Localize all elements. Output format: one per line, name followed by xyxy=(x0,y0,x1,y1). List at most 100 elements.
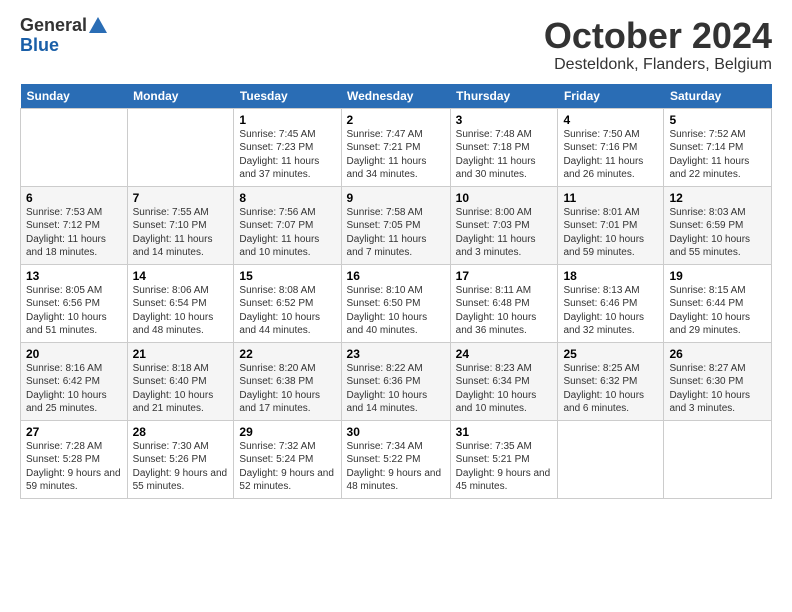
cell-day-number: 5 xyxy=(669,113,766,127)
cell-sunset: Sunset: 6:46 PM xyxy=(563,298,637,309)
cell-daylight: Daylight: 10 hours and 25 minutes. xyxy=(26,390,107,415)
cell-sunrise: Sunrise: 7:47 AM xyxy=(347,129,423,140)
cell-day-number: 4 xyxy=(563,113,658,127)
cell-sunset: Sunset: 5:26 PM xyxy=(133,454,207,465)
cell-daylight: Daylight: 11 hours and 7 minutes. xyxy=(347,234,427,259)
cell-sunrise: Sunrise: 7:28 AM xyxy=(26,441,102,452)
cell-day-number: 22 xyxy=(239,347,335,361)
cell-day-number: 24 xyxy=(456,347,553,361)
table-cell: 14 Sunrise: 8:06 AM Sunset: 6:54 PM Dayl… xyxy=(127,264,234,342)
cell-sunset: Sunset: 6:38 PM xyxy=(239,376,313,387)
cell-sunrise: Sunrise: 7:53 AM xyxy=(26,207,102,218)
cell-sunrise: Sunrise: 7:32 AM xyxy=(239,441,315,452)
cell-day-number: 31 xyxy=(456,425,553,439)
cell-day-number: 23 xyxy=(347,347,445,361)
cell-sunrise: Sunrise: 7:35 AM xyxy=(456,441,532,452)
col-sunday: Sunday xyxy=(21,84,128,109)
cell-sunrise: Sunrise: 8:03 AM xyxy=(669,207,745,218)
cell-sunset: Sunset: 6:32 PM xyxy=(563,376,637,387)
cell-day-number: 27 xyxy=(26,425,122,439)
cell-daylight: Daylight: 9 hours and 55 minutes. xyxy=(133,468,228,493)
cell-day-number: 11 xyxy=(563,191,658,205)
table-cell: 31 Sunrise: 7:35 AM Sunset: 5:21 PM Dayl… xyxy=(450,420,558,498)
cell-daylight: Daylight: 11 hours and 37 minutes. xyxy=(239,156,319,181)
logo-general: General xyxy=(20,16,87,36)
table-cell: 7 Sunrise: 7:55 AM Sunset: 7:10 PM Dayli… xyxy=(127,186,234,264)
table-cell xyxy=(21,108,128,186)
table-cell xyxy=(664,420,772,498)
cell-sunrise: Sunrise: 7:56 AM xyxy=(239,207,315,218)
cell-sunset: Sunset: 6:52 PM xyxy=(239,298,313,309)
cell-sunrise: Sunrise: 8:27 AM xyxy=(669,363,745,374)
table-cell: 10 Sunrise: 8:00 AM Sunset: 7:03 PM Dayl… xyxy=(450,186,558,264)
cell-sunrise: Sunrise: 7:55 AM xyxy=(133,207,209,218)
logo-blue: Blue xyxy=(20,35,59,55)
cell-day-number: 8 xyxy=(239,191,335,205)
cell-day-number: 2 xyxy=(347,113,445,127)
cell-daylight: Daylight: 11 hours and 30 minutes. xyxy=(456,156,536,181)
cell-sunset: Sunset: 6:30 PM xyxy=(669,376,743,387)
table-cell: 26 Sunrise: 8:27 AM Sunset: 6:30 PM Dayl… xyxy=(664,342,772,420)
cell-sunset: Sunset: 5:28 PM xyxy=(26,454,100,465)
cell-day-number: 17 xyxy=(456,269,553,283)
table-cell: 28 Sunrise: 7:30 AM Sunset: 5:26 PM Dayl… xyxy=(127,420,234,498)
cell-sunset: Sunset: 6:44 PM xyxy=(669,298,743,309)
cell-sunrise: Sunrise: 8:23 AM xyxy=(456,363,532,374)
table-cell: 6 Sunrise: 7:53 AM Sunset: 7:12 PM Dayli… xyxy=(21,186,128,264)
header: General Blue October 2024 Desteldonk, Fl… xyxy=(20,16,772,74)
cell-sunrise: Sunrise: 7:50 AM xyxy=(563,129,639,140)
cell-daylight: Daylight: 10 hours and 40 minutes. xyxy=(347,312,428,337)
table-cell: 18 Sunrise: 8:13 AM Sunset: 6:46 PM Dayl… xyxy=(558,264,664,342)
cell-sunrise: Sunrise: 7:34 AM xyxy=(347,441,423,452)
cell-sunrise: Sunrise: 8:10 AM xyxy=(347,285,423,296)
cell-day-number: 7 xyxy=(133,191,229,205)
cell-sunset: Sunset: 6:54 PM xyxy=(133,298,207,309)
cell-sunrise: Sunrise: 8:13 AM xyxy=(563,285,639,296)
table-row: 20 Sunrise: 8:16 AM Sunset: 6:42 PM Dayl… xyxy=(21,342,772,420)
cell-day-number: 20 xyxy=(26,347,122,361)
calendar-table: Sunday Monday Tuesday Wednesday Thursday… xyxy=(20,84,772,499)
cell-sunrise: Sunrise: 7:58 AM xyxy=(347,207,423,218)
cell-daylight: Daylight: 10 hours and 14 minutes. xyxy=(347,390,428,415)
cell-daylight: Daylight: 10 hours and 59 minutes. xyxy=(563,234,644,259)
table-cell: 11 Sunrise: 8:01 AM Sunset: 7:01 PM Dayl… xyxy=(558,186,664,264)
cell-sunrise: Sunrise: 8:16 AM xyxy=(26,363,102,374)
table-cell: 17 Sunrise: 8:11 AM Sunset: 6:48 PM Dayl… xyxy=(450,264,558,342)
table-cell: 16 Sunrise: 8:10 AM Sunset: 6:50 PM Dayl… xyxy=(341,264,450,342)
cell-daylight: Daylight: 10 hours and 51 minutes. xyxy=(26,312,107,337)
cell-daylight: Daylight: 10 hours and 17 minutes. xyxy=(239,390,320,415)
title-section: October 2024 Desteldonk, Flanders, Belgi… xyxy=(544,16,772,74)
cell-sunset: Sunset: 6:36 PM xyxy=(347,376,421,387)
cell-day-number: 25 xyxy=(563,347,658,361)
cell-day-number: 18 xyxy=(563,269,658,283)
cell-sunset: Sunset: 5:24 PM xyxy=(239,454,313,465)
cell-day-number: 16 xyxy=(347,269,445,283)
logo-icon xyxy=(89,17,107,33)
cell-sunset: Sunset: 6:56 PM xyxy=(26,298,100,309)
cell-sunset: Sunset: 5:22 PM xyxy=(347,454,421,465)
cell-day-number: 14 xyxy=(133,269,229,283)
cell-sunset: Sunset: 6:42 PM xyxy=(26,376,100,387)
cell-day-number: 30 xyxy=(347,425,445,439)
cell-sunrise: Sunrise: 8:15 AM xyxy=(669,285,745,296)
table-cell: 20 Sunrise: 8:16 AM Sunset: 6:42 PM Dayl… xyxy=(21,342,128,420)
cell-day-number: 29 xyxy=(239,425,335,439)
cell-day-number: 1 xyxy=(239,113,335,127)
cell-sunset: Sunset: 6:59 PM xyxy=(669,220,743,231)
table-cell: 22 Sunrise: 8:20 AM Sunset: 6:38 PM Dayl… xyxy=(234,342,341,420)
col-monday: Monday xyxy=(127,84,234,109)
cell-daylight: Daylight: 10 hours and 29 minutes. xyxy=(669,312,750,337)
cell-sunrise: Sunrise: 8:01 AM xyxy=(563,207,639,218)
cell-day-number: 15 xyxy=(239,269,335,283)
cell-sunrise: Sunrise: 7:48 AM xyxy=(456,129,532,140)
col-saturday: Saturday xyxy=(664,84,772,109)
col-wednesday: Wednesday xyxy=(341,84,450,109)
cell-daylight: Daylight: 9 hours and 48 minutes. xyxy=(347,468,442,493)
table-cell: 30 Sunrise: 7:34 AM Sunset: 5:22 PM Dayl… xyxy=(341,420,450,498)
table-cell: 23 Sunrise: 8:22 AM Sunset: 6:36 PM Dayl… xyxy=(341,342,450,420)
cell-day-number: 21 xyxy=(133,347,229,361)
cell-daylight: Daylight: 10 hours and 10 minutes. xyxy=(456,390,537,415)
table-cell xyxy=(127,108,234,186)
table-cell: 2 Sunrise: 7:47 AM Sunset: 7:21 PM Dayli… xyxy=(341,108,450,186)
cell-sunset: Sunset: 7:07 PM xyxy=(239,220,313,231)
